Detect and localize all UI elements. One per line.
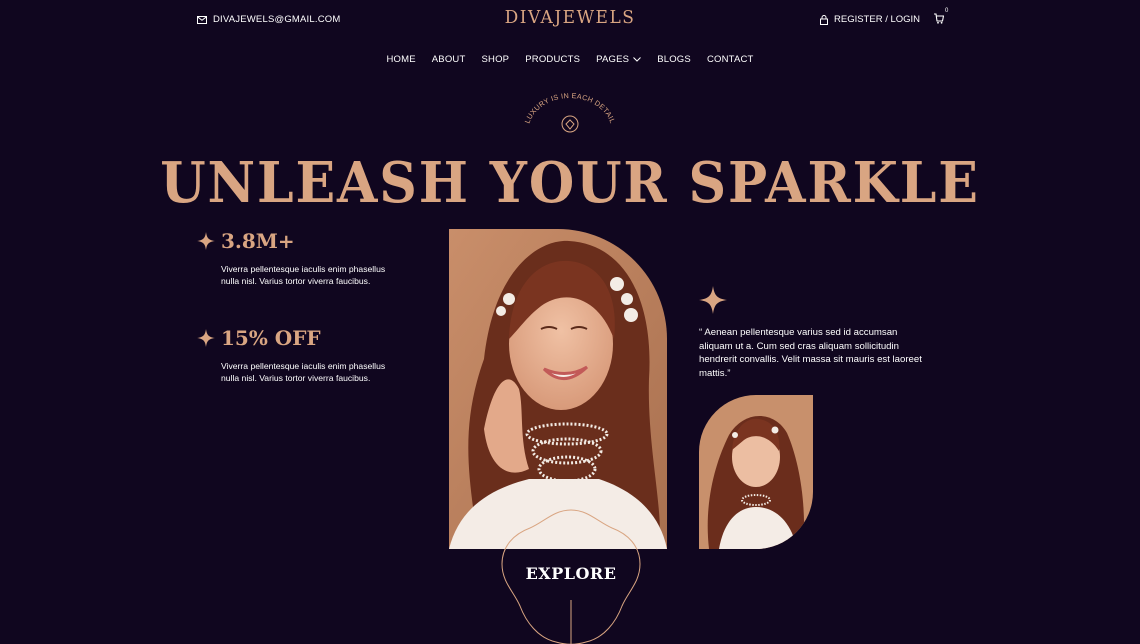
nav-blogs[interactable]: BLOGS xyxy=(649,54,699,65)
hero-model-photo xyxy=(449,229,667,549)
sparkle-icon xyxy=(197,329,215,347)
nav-shop[interactable]: SHOP xyxy=(474,54,518,65)
secondary-model-photo xyxy=(699,395,813,549)
logo-text: DIVAJEWELS xyxy=(504,7,636,29)
nav-pages[interactable]: PAGES xyxy=(588,54,649,65)
nav-blogs-label: BLOGS xyxy=(657,54,691,65)
nav-products-label: PRODUCTS xyxy=(525,54,581,65)
chevron-down-icon xyxy=(633,57,642,62)
nav-contact-label: CONTACT xyxy=(706,54,754,65)
stat-discount: 15% OFF Viverra pellentesque iaculis eni… xyxy=(197,326,401,384)
nav-home-label: HOME xyxy=(386,54,416,65)
brand-logo[interactable]: DIVAJEWELS xyxy=(0,7,1140,29)
main-nav: HOME ABOUT SHOP PRODUCTS PAGES BLOGS CON… xyxy=(0,54,1140,65)
diamond-ring-icon xyxy=(561,115,579,133)
nav-pages-label: PAGES xyxy=(596,54,630,65)
lock-icon xyxy=(820,14,828,25)
nav-products[interactable]: PRODUCTS xyxy=(517,54,588,65)
stat-description: Viverra pellentesque iaculis enim phasel… xyxy=(221,264,386,286)
register-login-link[interactable]: REGISTER / LOGIN xyxy=(820,14,920,25)
auth-label: REGISTER / LOGIN xyxy=(834,14,921,25)
luxury-badge: LUXURY IS IN EACH DETAIL xyxy=(523,92,617,133)
explore-button[interactable]: EXPLORE xyxy=(500,564,642,583)
nav-contact[interactable]: CONTACT xyxy=(699,54,762,65)
sparkle-icon xyxy=(197,232,215,250)
cart-count: 0 xyxy=(945,8,949,14)
cart-icon[interactable] xyxy=(933,12,944,24)
nav-home[interactable]: HOME xyxy=(378,54,423,65)
sparkle-icon xyxy=(699,286,727,314)
nav-about-label: ABOUT xyxy=(431,54,466,65)
stat-customers: 3.8M+ Viverra pellentesque iaculis enim … xyxy=(197,229,401,287)
nav-about[interactable]: ABOUT xyxy=(424,54,474,65)
testimonial-quote: “ Aenean pellentesque varius sed id accu… xyxy=(699,327,922,379)
stat-value: 3.8M+ xyxy=(221,229,295,253)
hero-headline: UNLEASH YOUR SPARKLE xyxy=(160,150,980,216)
nav-shop-label: SHOP xyxy=(481,54,510,65)
stat-description: Viverra pellentesque iaculis enim phasel… xyxy=(221,361,386,383)
stat-value: 15% OFF xyxy=(221,326,321,350)
